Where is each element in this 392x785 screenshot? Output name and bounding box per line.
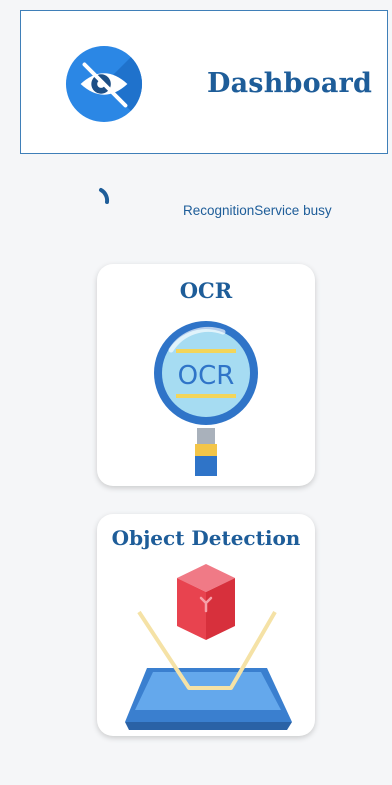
status-text: RecognitionService busy — [183, 203, 332, 218]
app-header: Dashboard — [20, 10, 388, 154]
object-detection-card[interactable]: Object Detection — [97, 514, 315, 736]
ocr-icon-label: OCR — [178, 361, 235, 391]
ocr-card-title: OCR — [179, 278, 233, 303]
object-detection-card-title: Object Detection — [111, 526, 301, 550]
loading-spinner — [99, 188, 110, 204]
ocr-card[interactable]: OCR OCR — [97, 264, 315, 486]
eye-slash-icon — [65, 45, 143, 123]
page-title: Dashboard — [207, 68, 373, 99]
object-detection-icon — [125, 564, 292, 730]
ocr-magnifier-icon: OCR — [154, 321, 258, 476]
